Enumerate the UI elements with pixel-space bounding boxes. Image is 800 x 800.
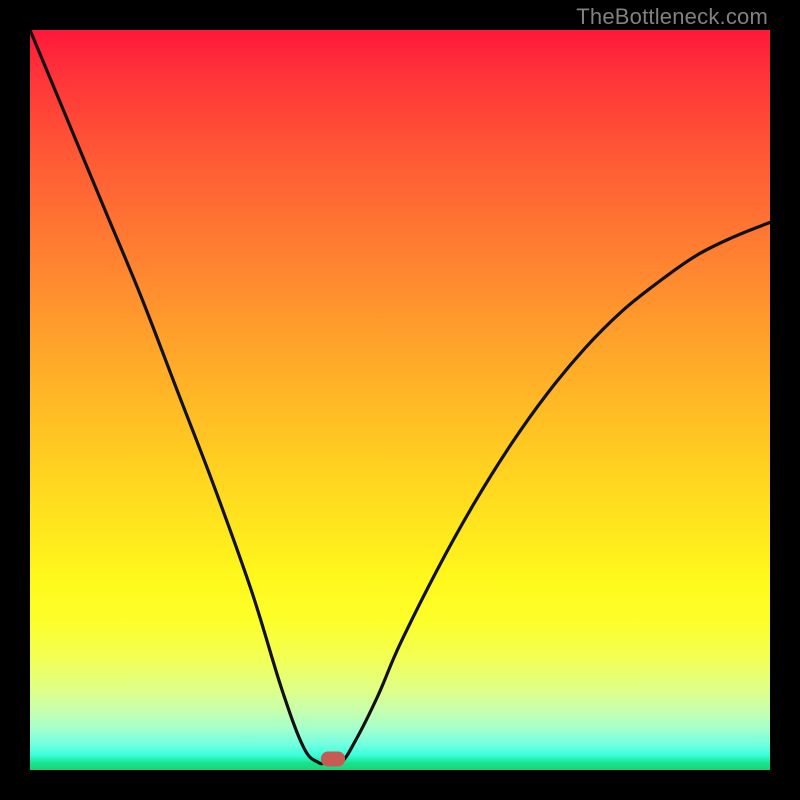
optimum-marker [321,751,345,766]
watermark-text: TheBottleneck.com [576,4,768,30]
chart-frame: TheBottleneck.com [0,0,800,800]
bottleneck-curve [30,30,770,770]
plot-area [30,30,770,770]
